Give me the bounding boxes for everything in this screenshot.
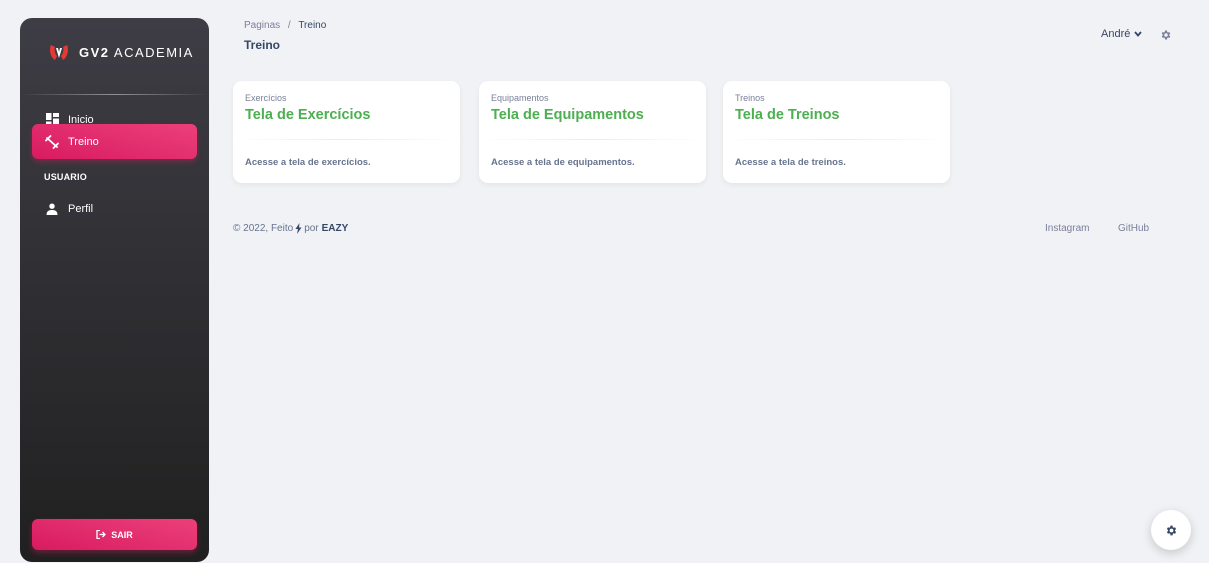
card-treinos: Treinos Tela de Treinos Acesse a tela de…	[723, 81, 950, 183]
card-exercicios: Exercícios Tela de Exercícios Acesse a t…	[233, 81, 460, 183]
breadcrumb-root[interactable]: Paginas	[244, 20, 280, 31]
sidebar: GV2 ACADEMIA Inicio Treino USUARIO Perfi…	[20, 18, 209, 562]
gear-icon[interactable]	[1160, 28, 1172, 40]
footer-link-instagram[interactable]: Instagram	[1045, 223, 1089, 234]
card-subtitle: Exercícios	[245, 93, 287, 103]
fitness-icon	[45, 134, 59, 149]
card-description: Acesse a tela de equipamentos.	[491, 157, 635, 168]
breadcrumb-separator: /	[287, 20, 291, 31]
gear-icon	[1166, 525, 1176, 535]
logout-label: SAIR	[111, 529, 133, 540]
footer-link-github[interactable]: GitHub	[1118, 223, 1149, 234]
user-menu[interactable]: André	[1101, 28, 1143, 40]
sidebar-item-label: Treino	[68, 135, 99, 148]
card-title-link[interactable]: Tela de Exercícios	[245, 107, 370, 123]
copyright-text: © 2022, Feito	[233, 223, 294, 234]
card-subtitle: Treinos	[735, 93, 765, 103]
user-name: André	[1101, 28, 1131, 40]
bolt-icon	[295, 223, 302, 234]
sidebar-divider	[20, 94, 209, 95]
card-divider	[233, 139, 460, 140]
card-divider	[723, 139, 950, 140]
section-label-usuario: USUARIO	[44, 172, 87, 182]
footer-brand-link[interactable]: EAZY	[322, 223, 349, 234]
sign-out-icon	[96, 530, 107, 539]
breadcrumb-current: Treino	[298, 20, 327, 31]
gv2-logo-icon	[50, 45, 68, 60]
card-description: Acesse a tela de treinos.	[735, 157, 846, 168]
breadcrumb: Paginas / Treino	[244, 20, 326, 31]
card-description: Acesse a tela de exercícios.	[245, 157, 371, 168]
card-title-link[interactable]: Tela de Treinos	[735, 107, 840, 123]
card-equipamentos: Equipamentos Tela de Equipamentos Acesse…	[479, 81, 706, 183]
sidebar-item-label: Perfil	[68, 202, 94, 215]
brand-name: GV2 ACADEMIA	[79, 44, 194, 60]
sidebar-item-perfil[interactable]: Perfil	[32, 191, 197, 226]
card-title-link[interactable]: Tela de Equipamentos	[491, 107, 644, 123]
page-title: Treino	[244, 38, 281, 52]
logout-button[interactable]: SAIR	[32, 519, 197, 550]
chevron-down-icon	[1134, 31, 1143, 37]
card-divider	[479, 139, 706, 140]
floating-settings-button[interactable]	[1151, 510, 1191, 550]
footer-copyright: © 2022, Feito por EAZY	[233, 223, 348, 234]
person-icon	[45, 202, 59, 216]
by-text: por	[304, 223, 319, 234]
sidebar-item-treino[interactable]: Treino	[32, 124, 197, 159]
brand-logo[interactable]: GV2 ACADEMIA	[47, 39, 194, 65]
card-subtitle: Equipamentos	[491, 93, 549, 103]
